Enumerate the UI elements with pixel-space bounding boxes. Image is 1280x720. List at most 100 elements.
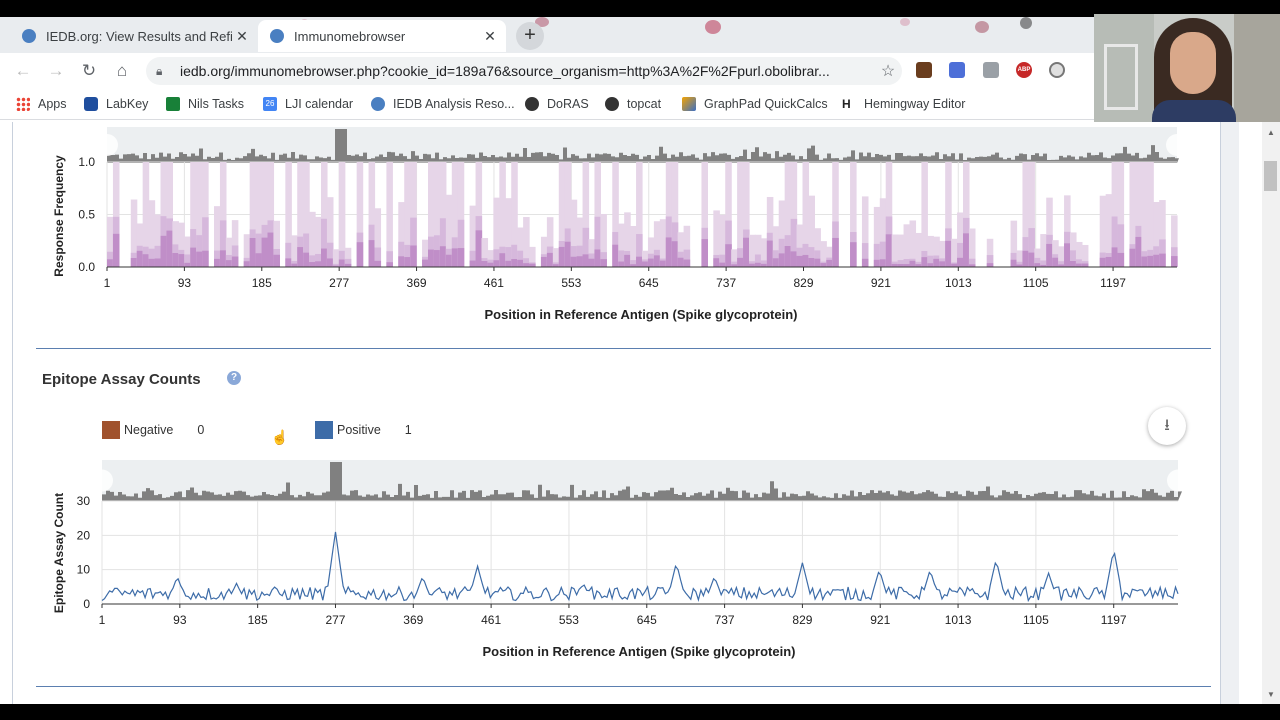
response-bar-dark — [457, 248, 465, 267]
response-bar-dark — [832, 237, 839, 267]
response-bar-dark — [487, 262, 494, 267]
bookmark-graphpad[interactable]: GraphPad QuickCalcs — [682, 96, 828, 112]
x-tick-label: 93 — [173, 613, 187, 627]
reload-icon[interactable]: ↻ — [76, 58, 102, 84]
x-tick-label: 1197 — [1100, 276, 1126, 290]
response-bar-dark — [719, 262, 726, 267]
response-bar-dark — [439, 246, 447, 267]
scroll-down-icon[interactable]: ▼ — [1262, 690, 1280, 699]
webcam-overlay — [1094, 14, 1280, 122]
response-bar-dark — [529, 263, 536, 267]
legend-negative[interactable]: Negative 0 — [102, 421, 204, 439]
bookmark-hemingway[interactable]: H Hemingway Editor — [842, 96, 965, 112]
bookmark-iedb-analysis[interactable]: IEDB Analysis Reso... — [371, 96, 515, 112]
response-bar-dark — [814, 258, 821, 267]
page-scrollbar[interactable] — [1262, 122, 1280, 704]
epitope-assay-counts-title: Epitope Assay Counts — [42, 371, 201, 388]
extension-icon[interactable] — [983, 62, 999, 78]
legend-positive[interactable]: Positive 1 — [315, 421, 412, 439]
response-bar-dark — [933, 258, 940, 267]
extension-icon[interactable] — [949, 62, 965, 78]
x-tick-label: 369 — [403, 613, 423, 627]
response-bar-dark — [1105, 256, 1113, 267]
bookmark-lji-calendar[interactable]: 26 LJI calendar — [263, 96, 353, 112]
legend-label: Positive — [337, 423, 381, 437]
response-bar-dark — [428, 249, 435, 267]
mouse-cursor-icon: ☝ — [271, 429, 289, 445]
response-bar-dark — [1111, 247, 1119, 267]
response-bar-dark — [659, 260, 667, 267]
response-bar-dark — [469, 260, 477, 267]
x-tick-label: 737 — [715, 613, 735, 627]
response-bar-dark — [1022, 250, 1029, 267]
response-bar-dark — [404, 257, 411, 267]
scrollbar-thumb[interactable] — [1264, 161, 1277, 191]
response-bar-dark — [505, 260, 512, 267]
response-bar-dark — [820, 263, 827, 267]
download-icon[interactable]: ⭳ — [1148, 407, 1186, 445]
response-bar-dark — [309, 262, 316, 267]
response-bar-dark — [410, 245, 417, 267]
response-bar-dark — [754, 262, 762, 267]
legend-count: 0 — [197, 423, 205, 437]
bookmark-nils-tasks[interactable]: Nils Tasks — [166, 96, 244, 112]
bookmark-apps[interactable]: Apps — [16, 96, 67, 112]
forward-icon[interactable]: → — [43, 58, 69, 84]
response-bar-dark — [386, 262, 393, 267]
home-icon[interactable]: ⌂ — [109, 58, 135, 84]
response-bar-dark — [136, 250, 144, 267]
response-bar-dark — [576, 256, 584, 267]
hemingway-icon: H — [842, 97, 851, 111]
tab-immunomebrowser[interactable]: Immunomebrowser ✕ — [258, 20, 506, 52]
response-bar-dark — [540, 256, 548, 267]
response-bar-dark — [243, 261, 251, 267]
legend-count: 1 — [404, 423, 412, 437]
range-handle-right — [1167, 469, 1189, 492]
section-divider — [36, 686, 1211, 687]
url-text: iedb.org/immunomebrowser.php?cookie_id=1… — [180, 63, 830, 79]
back-icon[interactable]: ← — [10, 58, 36, 84]
close-tab-icon[interactable]: ✕ — [232, 28, 252, 45]
bookmark-labkey[interactable]: LabKey — [84, 96, 148, 112]
x-tick-label: 645 — [637, 613, 657, 627]
response-bar-dark — [184, 262, 191, 267]
response-bar-dark — [315, 261, 322, 267]
response-bar-dark — [647, 258, 655, 267]
x-tick-label: 1 — [99, 613, 106, 627]
response-bar-dark — [570, 256, 578, 267]
scroll-up-icon[interactable]: ▲ — [1262, 128, 1280, 137]
response-bar-dark — [166, 230, 173, 267]
response-bar-dark — [1159, 253, 1166, 267]
response-bar-dark — [190, 247, 197, 267]
address-bar[interactable]: 🔒︎ iedb.org/immunomebrowser.php?cookie_i… — [146, 57, 902, 85]
bookmark-topcat[interactable]: topcat — [605, 96, 661, 112]
x-tick-label: 737 — [716, 276, 736, 290]
x-tick-label: 277 — [329, 276, 349, 290]
x-tick-label: 553 — [561, 276, 581, 290]
new-tab-button[interactable]: + — [516, 22, 544, 50]
y-tick-label: 10 — [77, 563, 91, 577]
response-bar-dark — [291, 263, 298, 267]
globe-icon — [605, 97, 619, 111]
bookmark-doras[interactable]: DoRAS — [525, 96, 589, 112]
help-icon[interactable]: ? — [227, 371, 241, 385]
response-bar-dark — [1064, 243, 1071, 267]
x-tick-label: 369 — [407, 276, 427, 290]
response-bar-dark — [475, 230, 483, 267]
extension-icon[interactable] — [916, 62, 932, 78]
extension-icon[interactable] — [1049, 62, 1065, 78]
response-bar-dark — [517, 259, 524, 267]
response-bar-dark — [600, 259, 607, 267]
bookmark-star-icon[interactable]: ☆ — [874, 61, 902, 81]
response-bar-dark — [225, 260, 233, 267]
x-tick-label: 1105 — [1023, 276, 1049, 290]
range-handle-left — [96, 134, 118, 156]
adblock-icon[interactable]: ABP — [1016, 62, 1032, 78]
response-bar-dark — [743, 237, 750, 267]
x-tick-label: 829 — [792, 613, 812, 627]
content-frame-margin — [1220, 122, 1239, 704]
x-tick-label: 645 — [639, 276, 659, 290]
section-divider — [36, 348, 1211, 349]
close-tab-icon[interactable]: ✕ — [480, 28, 500, 45]
tab-iedb-results[interactable]: IEDB.org: View Results and Refine ✕ — [8, 20, 258, 52]
